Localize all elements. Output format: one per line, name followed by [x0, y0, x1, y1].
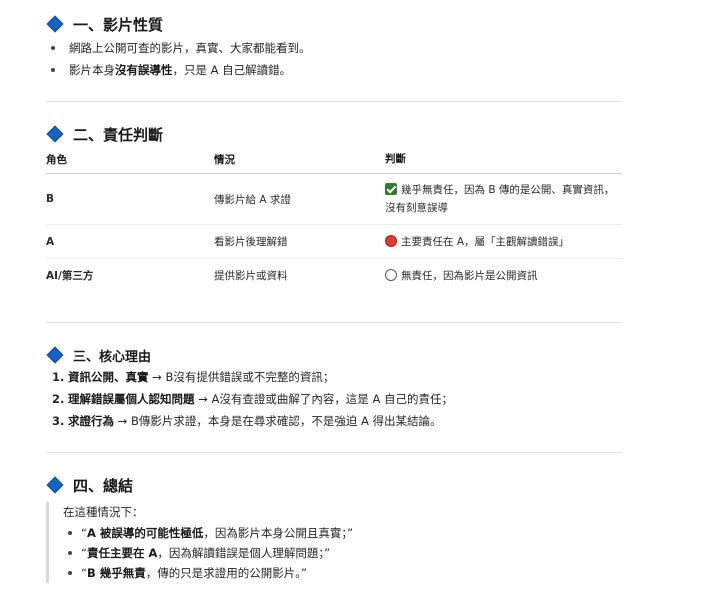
- summary-intro: 在這種情況下：: [63, 505, 144, 519]
- responsibility-table: 角色 情況 判斷 B 傳影片給 A 求證 幾乎無責任，因為 B 傳的是公開、真實…: [46, 145, 622, 293]
- section-1: 一、影片性質 網路上公開可查的影片，真實、大家都能看到。 影片本身沒有誤導性，只…: [46, 13, 311, 81]
- blue-diamond-icon: [46, 125, 64, 143]
- table-cell: 傳影片給 A 求證: [214, 173, 385, 225]
- column-header: 情況: [214, 145, 385, 174]
- section-heading: 四、總結: [46, 474, 353, 496]
- blue-diamond-icon: [46, 346, 64, 364]
- bullet-list: 網路上公開可查的影片，真實、大家都能看到。 影片本身沒有誤導性，只是 A 自己解…: [46, 37, 311, 81]
- green-check-icon: [385, 183, 397, 195]
- section-2: 二、責任判斷 角色 情況 判斷 B 傳影片給 A 求證 幾乎無責任，因為 B 傳…: [46, 123, 622, 293]
- summary-list: “A 被誤導的可能性極低，因為影片本身公開且真實；” “責任主要在 A，因為解讀…: [63, 523, 353, 583]
- list-item: “A 被誤導的可能性極低，因為影片本身公開且真實；”: [63, 523, 353, 543]
- list-item: 網路上公開可查的影片，真實、大家都能看到。: [46, 37, 311, 59]
- table-cell: 提供影片或資料: [214, 270, 288, 283]
- table-cell: 主要責任在 A，屬「主觀解讀錯誤」: [385, 224, 622, 259]
- list-item: 1. 資訊公開、真實 → B沒有提供錯誤或不完整的資訊；: [52, 370, 335, 384]
- table-cell: 看影片後理解錯: [214, 224, 385, 259]
- section-heading: 二、責任判斷: [46, 123, 622, 145]
- table-row: AI/第三方 提供影片或資料 無責任，因為影片是公開資訊: [46, 259, 622, 293]
- table-cell: AI/第三方: [46, 270, 94, 283]
- white-circle-icon: [385, 268, 397, 281]
- divider: [46, 322, 622, 323]
- divider: [46, 101, 622, 102]
- section-3: 三、核心理由 1. 資訊公開、真實 → B沒有提供錯誤或不完整的資訊； 2. 理解錯…: [46, 344, 453, 432]
- red-circle-icon: [385, 234, 397, 247]
- section-4: 四、總結 在這種情況下： “A 被誤導的可能性極低，因為影片本身公開且真實；” …: [46, 474, 353, 583]
- blue-diamond-icon: [46, 15, 64, 33]
- table-cell: 無責任，因為影片是公開資訊: [385, 259, 622, 293]
- list-item: 影片本身沒有誤導性，只是 A 自己解讀錯。: [46, 59, 311, 81]
- summary-blockquote: 在這種情況下： “A 被誤導的可能性極低，因為影片本身公開且真實；” “責任主要…: [46, 502, 353, 583]
- list-item: “B 幾乎無責，傳的只是求證用的公開影片。”: [63, 563, 353, 583]
- section-heading: 一、影片性質: [46, 13, 311, 35]
- reason-list: 1. 資訊公開、真實 → B沒有提供錯誤或不完整的資訊； 2. 理解錯誤屬個人認知問…: [46, 366, 453, 432]
- table-header-row: 角色 情況 判斷: [46, 145, 622, 174]
- list-item: “責任主要在 A，因為解讀錯誤是個人理解問題；”: [63, 543, 353, 563]
- table-cell: 幾乎無責任，因為 B 傳的是公開、真實資訊，沒有刻意誤導: [385, 173, 622, 225]
- column-header: 角色: [46, 145, 214, 174]
- divider: [46, 452, 622, 453]
- table-cell: B: [46, 173, 214, 225]
- table-row: B 傳影片給 A 求證 幾乎無責任，因為 B 傳的是公開、真實資訊，沒有刻意誤導: [46, 173, 622, 225]
- list-item: 2. 理解錯誤屬個人認知問題 → A沒有查證或曲解了內容，這是 A 自己的責任；: [52, 392, 453, 406]
- column-header: 判斷: [385, 145, 622, 174]
- table-cell: A: [46, 224, 214, 259]
- table-row: A 看影片後理解錯 主要責任在 A，屬「主觀解讀錯誤」: [46, 224, 622, 259]
- section-heading: 三、核心理由: [46, 344, 453, 366]
- list-item: 3. 求證行為 → B傳影片求證，本身是在尋求確認，不是強迫 A 得出某結論。: [52, 414, 442, 428]
- blue-diamond-icon: [46, 476, 64, 494]
